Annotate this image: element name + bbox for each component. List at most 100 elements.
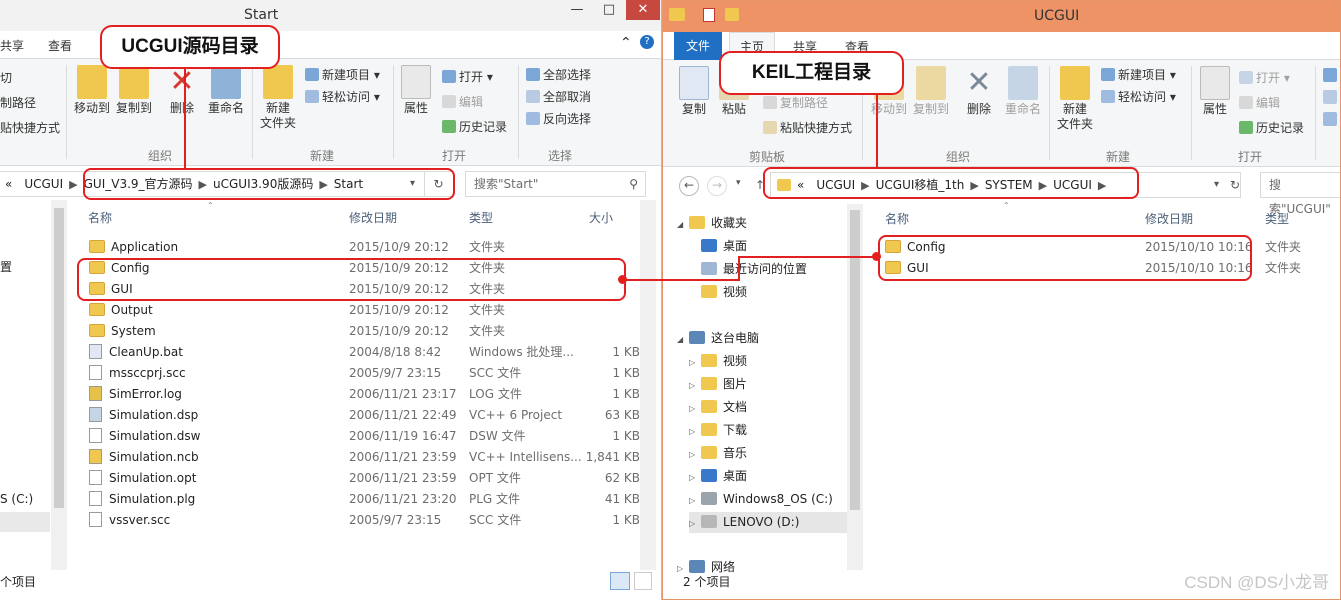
close-button[interactable]: ✕ (626, 0, 660, 20)
column-header-date[interactable]: 修改日期 (1145, 210, 1193, 227)
nav-tree-item[interactable]: ▷ 下载 (689, 420, 747, 441)
nav-tree-item[interactable]: ▷ 文档 (689, 397, 747, 418)
copy-to-button[interactable]: 复制到 (911, 66, 951, 117)
tab-share[interactable]: 共享 (0, 37, 24, 54)
maximize-button[interactable]: □ (594, 0, 624, 20)
easy-access-button[interactable]: 轻松访问 ▾ (305, 88, 380, 105)
large-icons-view-icon[interactable] (634, 572, 652, 590)
nav-tree-item[interactable]: ◢ 这台电脑 (677, 328, 759, 349)
file-row[interactable]: Output 2015/10/9 20:12 文件夹 (84, 300, 640, 321)
expand-arrow-icon[interactable]: ▷ (689, 375, 701, 396)
copy-button[interactable]: 复制 (677, 66, 711, 117)
address-dropdown-icon[interactable]: ▾ (1214, 173, 1219, 197)
expand-arrow-icon[interactable]: ◢ (677, 214, 689, 235)
file-row[interactable]: Simulation.dsp 2006/11/21 22:49 VC++ 6 Pro… (84, 405, 640, 426)
select-none-button[interactable]: 全部取消 (526, 88, 591, 105)
select-none-icon[interactable] (1323, 90, 1337, 104)
refresh-icon[interactable]: ↻ (1229, 173, 1241, 197)
column-header-name[interactable]: 名称 (88, 209, 112, 226)
nav-tree-item[interactable]: ▷ 桌面 (689, 466, 747, 487)
nav-pane-scrollbar[interactable] (51, 200, 67, 570)
open-button[interactable]: 打开 ▾ (442, 68, 493, 85)
file-row[interactable]: mssccprj.scc 2005/9/7 23:15 SCC 文件 1 KB (84, 363, 640, 384)
expand-arrow-icon[interactable]: ▷ (689, 490, 701, 511)
copy-path-item[interactable]: 制路径 (0, 94, 36, 111)
new-item-button[interactable]: 新建项目 ▾ (305, 66, 380, 83)
select-all-icon[interactable] (1323, 68, 1337, 82)
file-row[interactable]: SimError.log 2006/11/21 23:17 LOG 文件 1 KB (84, 384, 640, 405)
nav-fragment-2[interactable]: S (C:) (0, 492, 33, 506)
easy-access-button[interactable]: 轻松访问 ▾ (1101, 88, 1176, 105)
search-input[interactable]: 搜索"UCGUI" (1260, 172, 1340, 216)
file-row[interactable]: vssver.scc 2005/9/7 23:15 SCC 文件 1 KB (84, 510, 640, 531)
column-header-type[interactable]: 类型 (1265, 210, 1289, 227)
copy-to-button[interactable]: 复制到 (114, 65, 154, 116)
breadcrumb-separator-icon[interactable]: ▶ (69, 173, 77, 197)
nav-tree-item[interactable]: ▷ 视频 (689, 351, 747, 372)
nav-pane-scrollbar[interactable] (847, 204, 863, 570)
file-row[interactable]: Application 2015/10/9 20:12 文件夹 (84, 237, 640, 258)
nav-selected-item[interactable] (0, 512, 50, 532)
paste-shortcut-button[interactable]: 粘贴快捷方式 (763, 119, 852, 136)
help-icon[interactable]: ? (640, 35, 654, 49)
file-row[interactable]: Simulation.opt 2006/11/21 23:59 OPT 文件 62 K… (84, 468, 640, 489)
nav-tree-item[interactable]: ▷ LENOVO (D:) (689, 512, 847, 533)
back-button[interactable]: ← (679, 176, 699, 196)
recent-locations-icon[interactable]: ▾ (736, 178, 741, 188)
properties-quick-icon[interactable] (703, 8, 715, 22)
history-button[interactable]: 历史记录 (1239, 119, 1304, 136)
expand-arrow-icon[interactable]: ◢ (677, 329, 689, 350)
ribbon-collapse-icon[interactable]: ⌃ (620, 35, 632, 51)
expand-arrow-icon[interactable]: ▷ (689, 421, 701, 442)
details-view-icon[interactable] (610, 572, 630, 590)
column-header-size[interactable]: 大小 (589, 209, 613, 226)
search-icon[interactable]: ⚲ (629, 172, 638, 196)
new-folder-button[interactable]: 新建 文件夹 (1055, 66, 1095, 132)
search-input[interactable]: 搜索"Start" ⚲ (465, 171, 646, 197)
rename-button[interactable]: 重命名 (204, 65, 248, 116)
column-header-name[interactable]: 名称 (885, 210, 909, 227)
forward-button[interactable]: → (707, 176, 727, 196)
file-row[interactable]: Simulation.plg 2006/11/21 23:20 PLG 文件 41 K… (84, 489, 640, 510)
tab-file[interactable]: 文件 (674, 32, 723, 60)
file-row[interactable]: Simulation.dsw 2006/11/19 16:47 DSW 文件 1 KB (84, 426, 640, 447)
rename-button[interactable]: 重命名 (1001, 66, 1045, 117)
expand-arrow-icon[interactable]: ▷ (689, 352, 701, 373)
address-overflow[interactable]: « (0, 172, 18, 196)
nav-tree-item[interactable]: 桌面 (689, 236, 747, 257)
expand-arrow-icon[interactable]: ▷ (689, 444, 701, 465)
file-row[interactable]: System 2015/10/9 20:12 文件夹 (84, 321, 640, 342)
edit-button[interactable]: 编辑 (442, 93, 483, 110)
expand-arrow-icon[interactable]: ▷ (689, 467, 701, 488)
new-item-button[interactable]: 新建项目 ▾ (1101, 66, 1176, 83)
properties-button[interactable]: 属性 (398, 65, 434, 116)
paste-shortcut-item[interactable]: 贴快捷方式 (0, 119, 60, 136)
delete-button[interactable]: ✕ 删除 (164, 65, 200, 116)
new-folder-button[interactable]: 新建 文件夹 (258, 65, 298, 131)
copy-path-button[interactable]: 复制路径 (763, 94, 828, 111)
select-all-button[interactable]: 全部选择 (526, 66, 591, 83)
edit-button[interactable]: 编辑 (1239, 94, 1280, 111)
invert-selection-icon[interactable] (1323, 112, 1337, 126)
nav-tree-item[interactable]: 最近访问的位置 (689, 259, 807, 280)
column-header-type[interactable]: 类型 (469, 209, 493, 226)
cut-item[interactable]: 切 (0, 69, 12, 86)
column-header-date[interactable]: 修改日期 (349, 209, 397, 226)
file-row[interactable]: CleanUp.bat 2004/8/18 8:42 Windows 批处理... 1… (84, 342, 640, 363)
open-button[interactable]: 打开 ▾ (1239, 69, 1290, 86)
nav-fragment-1[interactable]: 置 (0, 258, 12, 275)
new-folder-quick-icon[interactable] (725, 8, 739, 21)
expand-arrow-icon[interactable]: ▷ (689, 398, 701, 419)
nav-tree-item[interactable]: ▷ 图片 (689, 374, 747, 395)
properties-button[interactable]: 属性 (1197, 66, 1233, 117)
minimize-button[interactable]: — (562, 0, 592, 20)
nav-tree-item[interactable]: ◢ 收藏夹 (677, 213, 747, 234)
file-row[interactable]: Simulation.ncb 2006/11/21 23:59 VC++ Intel… (84, 447, 640, 468)
tab-view[interactable]: 查看 (48, 37, 72, 54)
nav-tree-item[interactable]: ▷ Windows8_OS (C:) (689, 489, 833, 510)
file-list-scrollbar[interactable] (640, 200, 656, 570)
breadcrumb-0[interactable]: UCGUI (18, 172, 69, 196)
invert-selection-button[interactable]: 反向选择 (526, 110, 591, 127)
move-to-button[interactable]: 移动到 (72, 65, 112, 116)
history-button[interactable]: 历史记录 (442, 118, 507, 135)
